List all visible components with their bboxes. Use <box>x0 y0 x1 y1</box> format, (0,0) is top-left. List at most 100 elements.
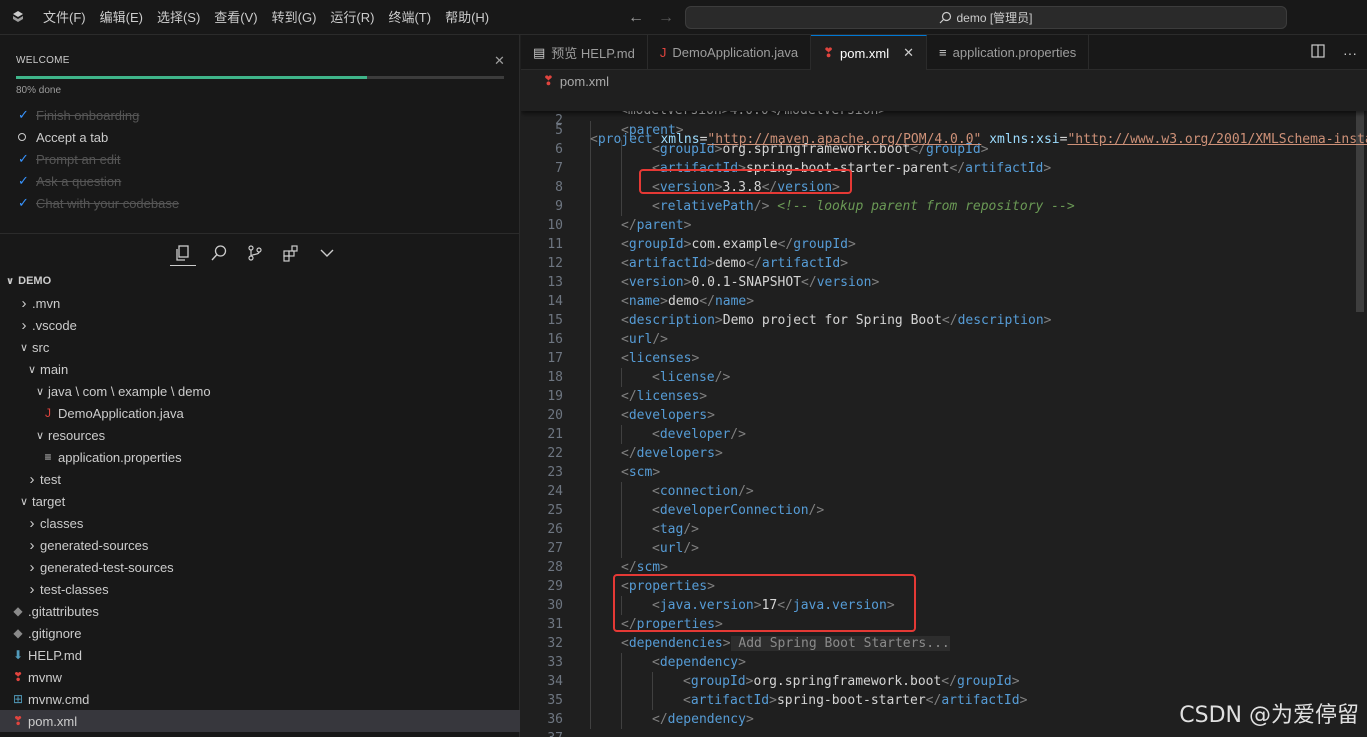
menu-item[interactable]: 编辑(E) <box>93 0 150 35</box>
code-line[interactable]: 10 </parent> <box>521 216 1367 235</box>
breadcrumb[interactable]: ❣ pom.xml <box>543 73 609 89</box>
onboarding-step[interactable]: ✓ Prompt an edit <box>18 148 179 170</box>
sticky-scroll-line[interactable]: 2 <project xmlns="http://maven.apache.or… <box>521 92 1367 147</box>
tree-folder[interactable]: › test <box>0 468 520 490</box>
code-line[interactable]: 37 <box>521 729 1367 737</box>
editor-scrollbar[interactable] <box>1353 92 1367 737</box>
code-line[interactable]: 12 <artifactId>demo</artifactId> <box>521 254 1367 273</box>
chevron-down-icon: ∨ <box>35 429 45 442</box>
line-number: 24 <box>547 484 563 499</box>
tree-folder[interactable]: ∨ java \ com \ example \ demo <box>0 380 520 402</box>
menu-item[interactable]: 运行(R) <box>323 0 381 35</box>
bracket: < <box>683 674 691 689</box>
tree-folder[interactable]: › test-classes <box>0 578 520 600</box>
code-line[interactable]: 33 <dependency> <box>521 653 1367 672</box>
code-line[interactable]: 22 </developers> <box>521 444 1367 463</box>
code-line-text: <developers> <box>621 406 715 425</box>
code-line[interactable]: 34 <groupId>org.springframework.boot</gro… <box>521 672 1367 691</box>
code-line[interactable]: 20 <developers> <box>521 406 1367 425</box>
tree-folder[interactable]: ∨ main <box>0 358 520 380</box>
tree-file[interactable]: J DemoApplication.java <box>0 402 520 424</box>
code-line[interactable]: 27 <url/> <box>521 539 1367 558</box>
bracket: > <box>660 294 668 309</box>
editor-tab[interactable]: J DemoApplication.java <box>648 35 812 70</box>
tree-folder[interactable]: › classes <box>0 512 520 534</box>
tree-item-label: .gitattributes <box>28 603 99 619</box>
editor-tab[interactable]: ▤ 预览 HELP.md <box>521 35 648 70</box>
code-line[interactable]: 16 <url/> <box>521 330 1367 349</box>
tree-item-label: DemoApplication.java <box>58 405 184 421</box>
more-views-button[interactable] <box>314 240 340 266</box>
tree-file[interactable]: ◆ .gitignore <box>0 622 520 644</box>
onboarding-steps: ✓ Finish onboarding Accept a tab ✓ Prompt an… <box>18 104 179 214</box>
tree-file[interactable]: ❣ pom.xml <box>0 710 520 732</box>
code-line[interactable]: 17 <licenses> <box>521 349 1367 368</box>
code-line[interactable]: 13 <version>0.0.1-SNAPSHOT</version> <box>521 273 1367 292</box>
check-icon: ✓ <box>18 173 29 188</box>
indent-guide <box>621 710 622 729</box>
code-line[interactable]: 26 <tag/> <box>521 520 1367 539</box>
menu-item[interactable]: 查看(V) <box>207 0 264 35</box>
menu-item[interactable]: 文件(F) <box>36 0 93 35</box>
split-editor-icon[interactable] <box>1311 44 1325 61</box>
xml-tag: connection <box>659 484 739 499</box>
inline-hint[interactable]: Add Spring Boot Starters... <box>730 636 950 651</box>
extensions-view-button[interactable] <box>278 240 304 266</box>
close-icon[interactable]: ✕ <box>494 53 505 69</box>
onboarding-step[interactable]: Accept a tab <box>18 126 179 148</box>
explorer-view-button[interactable] <box>170 240 196 266</box>
menu-item[interactable]: 帮助(H) <box>438 0 496 35</box>
cropped-code-line[interactable]: <modelVersion>4.0.0</modelVersion> <box>521 111 1367 121</box>
close-icon[interactable]: ✕ <box>903 45 914 61</box>
code-line-text: <url/> <box>621 330 668 349</box>
more-actions-icon[interactable]: ··· <box>1343 45 1357 61</box>
tree-file[interactable]: ◆ .gitattributes <box>0 600 520 622</box>
code-line[interactable]: 24 <connection/> <box>521 482 1367 501</box>
code-line[interactable]: 23 <scm> <box>521 463 1367 482</box>
tree-item-label: mvnw <box>28 669 62 685</box>
tree-folder[interactable]: ∨ resources <box>0 424 520 446</box>
search-view-button[interactable] <box>206 240 232 266</box>
tree-file[interactable]: ≡ application.properties <box>0 446 520 468</box>
code-line-text: <artifactId>spring-boot-starter</artifac… <box>683 691 1027 710</box>
line-number: 30 <box>547 598 563 613</box>
tree-folder[interactable]: › generated-test-sources <box>0 556 520 578</box>
bracket: > <box>722 636 731 651</box>
code-line[interactable]: 11 <groupId>com.example</groupId> <box>521 235 1367 254</box>
onboarding-step[interactable]: ✓ Ask a question <box>18 170 179 192</box>
code-line[interactable]: 19 </licenses> <box>521 387 1367 406</box>
line-number: 27 <box>547 541 563 556</box>
command-center-search[interactable]: demo [管理员] <box>685 6 1287 29</box>
code-line[interactable]: 15 <description>Demo project for Spring B… <box>521 311 1367 330</box>
code-line[interactable]: 21 <developer/> <box>521 425 1367 444</box>
tree-file[interactable]: ⬇ HELP.md <box>0 644 520 666</box>
forward-arrow-icon[interactable]: → <box>658 9 674 27</box>
onboarding-step[interactable]: ✓ Finish onboarding <box>18 104 179 126</box>
code-line[interactable]: 25 <developerConnection/> <box>521 501 1367 520</box>
back-arrow-icon[interactable]: ← <box>628 9 644 27</box>
tree-folder[interactable]: ∨ src <box>0 336 520 358</box>
menu-item[interactable]: 转到(G) <box>265 0 324 35</box>
tree-folder[interactable]: › generated-sources <box>0 534 520 556</box>
tree-file[interactable]: ⊞ mvnw.cmd <box>0 688 520 710</box>
indent-guide <box>590 406 591 425</box>
source-control-button[interactable] <box>242 240 268 266</box>
code-line[interactable]: 9 <relativePath/> <!-- lookup parent from… <box>521 197 1367 216</box>
xml-tag: developers <box>636 446 715 461</box>
menu-item[interactable]: 终端(T) <box>381 0 438 35</box>
menu-item[interactable]: 选择(S) <box>150 0 207 35</box>
onboarding-step[interactable]: ✓ Chat with your codebase <box>18 192 179 214</box>
tree-folder[interactable]: ∨ target <box>0 490 520 512</box>
code-line[interactable]: 32 <dependencies> Add Spring Boot Starter… <box>521 634 1367 653</box>
tree-folder[interactable]: › .vscode <box>0 314 520 336</box>
code-line[interactable]: 18 <license/> <box>521 368 1367 387</box>
editor-tab[interactable]: ≡ application.properties <box>927 35 1090 70</box>
scrollbar-thumb[interactable] <box>1356 92 1364 312</box>
code-line[interactable]: 14 <name>demo</name> <box>521 292 1367 311</box>
divider <box>0 233 520 234</box>
xml-tag: groupId <box>793 237 848 252</box>
editor-tab[interactable]: ❣ pom.xml ✕ <box>811 35 928 70</box>
explorer-root-header[interactable]: ∨ DEMO <box>0 271 520 291</box>
tree-folder[interactable]: › .mvn <box>0 292 520 314</box>
tree-file[interactable]: ❣ mvnw <box>0 666 520 688</box>
